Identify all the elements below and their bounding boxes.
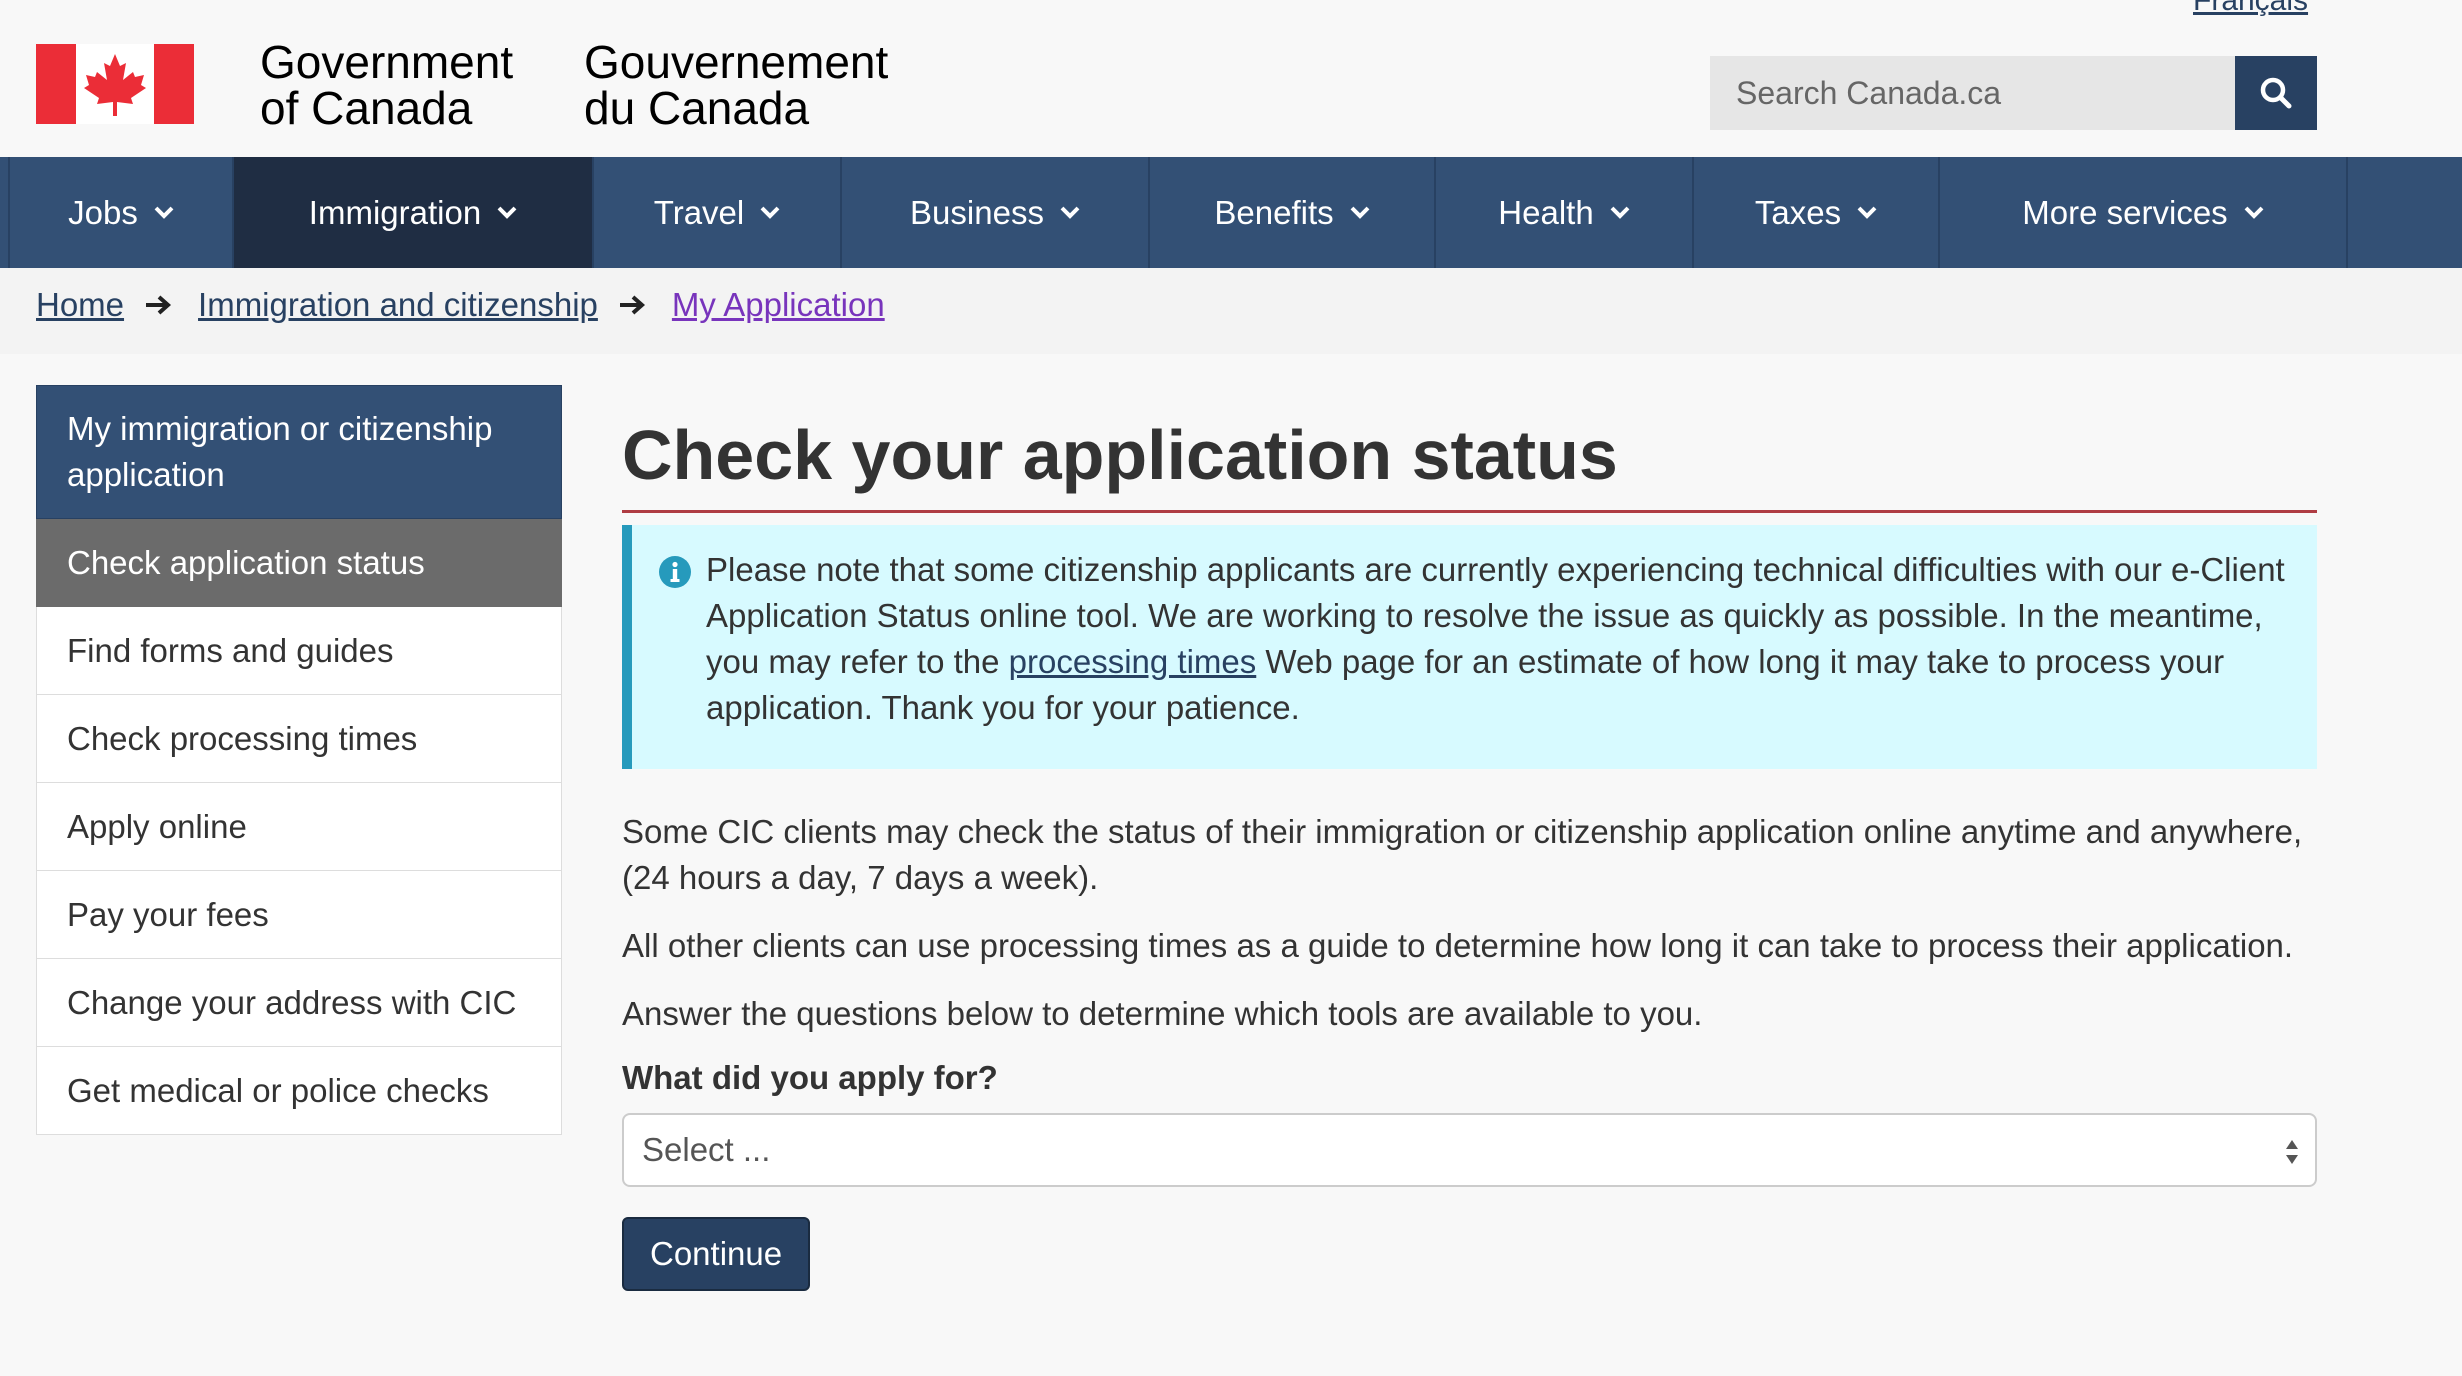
menu-item-business[interactable]: Business [840, 157, 1148, 268]
main-content: Check your application status Please not… [622, 400, 2317, 1291]
section-side-nav: My immigration or citizenship applicatio… [36, 385, 562, 1135]
breadcrumb-my-application-link[interactable]: My Application [672, 286, 885, 324]
menu-item-health[interactable]: Health [1434, 157, 1692, 268]
signature-en-line1: Government [260, 36, 514, 88]
continue-button[interactable]: Continue [622, 1217, 811, 1291]
chevron-down-icon [760, 206, 780, 219]
signature-en-line2: of Canada [260, 82, 473, 134]
arrow-right-icon [146, 295, 172, 315]
chevron-down-icon [497, 206, 517, 219]
signature-fr-line1: Gouvernement [584, 36, 889, 88]
menu-item-label: Health [1498, 193, 1594, 231]
signature-fr-line2: du Canada [584, 82, 810, 134]
other-clients-paragraph: All other clients can use processing tim… [622, 927, 2294, 964]
chevron-down-icon [1857, 206, 1877, 219]
alert-text: Please note that some citizenship applic… [706, 547, 2287, 745]
chevron-down-icon [2244, 206, 2264, 219]
menu-item-label: Benefits [1214, 193, 1334, 231]
side-nav-heading[interactable]: My immigration or citizenship applicatio… [36, 385, 562, 519]
select-arrows-icon [2286, 1140, 2298, 1164]
side-nav-apply-online[interactable]: Apply online [36, 783, 562, 871]
menu-item-travel[interactable]: Travel [592, 157, 840, 268]
menu-item-label: More services [2022, 193, 2228, 231]
menu-item-label: Jobs [68, 193, 138, 231]
menu-spacer [2346, 157, 2462, 268]
apply-for-select[interactable]: Select ... [622, 1113, 2317, 1187]
search-icon [2260, 77, 2292, 109]
chevron-down-icon [1350, 206, 1370, 219]
intro-paragraph: Some CIC clients may check the status of… [622, 813, 2303, 896]
breadcrumb-home-link[interactable]: Home [36, 286, 124, 324]
chevron-down-icon [1060, 206, 1080, 219]
menu-item-label: Taxes [1754, 193, 1842, 231]
arrow-right-icon [619, 295, 645, 315]
info-icon [659, 556, 691, 588]
menu-item-benefits[interactable]: Benefits [1148, 157, 1434, 268]
menu-item-label: Travel [653, 193, 745, 231]
info-alert: Please note that some citizenship applic… [622, 525, 2317, 769]
menu-item-immigration[interactable]: Immigration [232, 157, 592, 268]
language-toggle-link[interactable]: Français [2193, 0, 2308, 18]
side-nav-processing-times[interactable]: Check processing times [36, 695, 562, 783]
chevron-down-icon [154, 206, 174, 219]
menu-item-taxes[interactable]: Taxes [1692, 157, 1938, 268]
side-nav-forms-guides[interactable]: Find forms and guides [36, 607, 562, 695]
side-nav-check-status[interactable]: Check application status [36, 519, 562, 607]
side-nav-medical-police-checks[interactable]: Get medical or police checks [36, 1047, 562, 1135]
breadcrumb-immigration-link[interactable]: Immigration and citizenship [198, 286, 598, 324]
page-title: Check your application status [622, 416, 1618, 494]
canada-flag-icon [36, 44, 194, 124]
menu-item-label: Business [910, 193, 1044, 231]
menu-item-jobs[interactable]: Jobs [8, 157, 232, 268]
side-nav-pay-fees[interactable]: Pay your fees [36, 871, 562, 959]
title-divider [622, 510, 2317, 513]
instructions-paragraph: Answer the questions below to determine … [622, 995, 1703, 1032]
breadcrumb: Home Immigration and citizenship My Appl… [0, 268, 2462, 354]
chevron-down-icon [1610, 206, 1630, 219]
select-value: Select ... [642, 1131, 771, 1168]
search-button[interactable] [2235, 56, 2317, 130]
search-input[interactable] [1710, 56, 2235, 130]
menu-item-label: Immigration [308, 193, 482, 231]
apply-for-label: What did you apply for? [622, 1059, 998, 1096]
main-menu: Jobs Immigration Travel Business Benefit… [0, 157, 2462, 268]
menu-item-more-services[interactable]: More services [1938, 157, 2346, 268]
side-nav-change-address[interactable]: Change your address with CIC [36, 959, 562, 1047]
processing-times-link[interactable]: processing times [1009, 643, 1257, 680]
